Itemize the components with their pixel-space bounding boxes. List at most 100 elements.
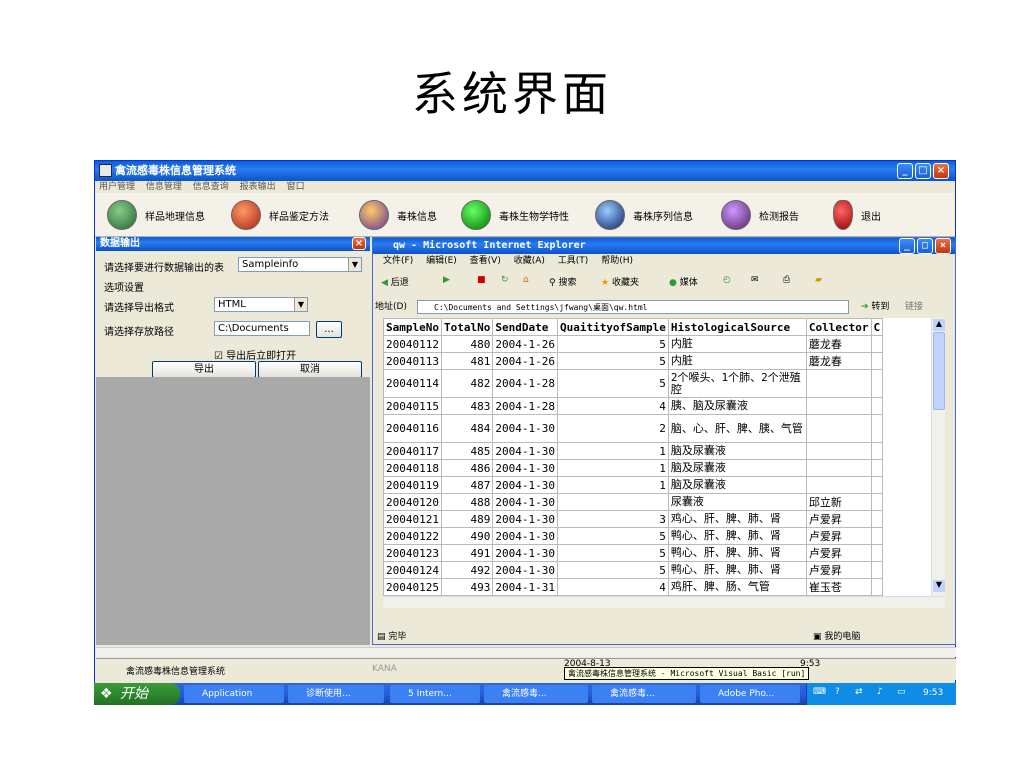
table-row[interactable]: 20040120 488 2004-1-30 尿囊液 邱立新 [383,493,884,511]
task-internet[interactable]: 5 Intern... [390,685,480,703]
cell-c [870,476,884,494]
menu-query[interactable]: 信息查询 [193,182,229,192]
toolbar-strain-button[interactable]: 毒株信息 [359,199,437,231]
search-icon: ⚲ [549,278,556,288]
path-input[interactable]: C:\Documents and Se [214,321,310,336]
ie-menu-help[interactable]: 帮助(H) [601,256,633,266]
toolbar-geo-button[interactable]: 样品地理信息 [107,199,205,231]
table-row[interactable]: 20040114 482 2004-1-28 5 2个喉头、1个肺、2个泄殖腔 [383,369,884,398]
column-header-source: HistologicalSource [667,318,807,336]
help-icon[interactable]: ? [835,687,840,697]
keyboard-icon[interactable]: ⌨ [813,687,826,697]
minimize-button[interactable]: _ [897,163,913,179]
toolbar-method-button[interactable]: 样品鉴定方法 [231,199,329,231]
mail-icon[interactable]: ✉ [751,275,759,285]
volume-icon[interactable]: ♪ [877,687,883,697]
cell-c [870,561,884,579]
ie-menu-tools[interactable]: 工具(T) [558,256,589,266]
task-diagnosis[interactable]: 诊断使用... [288,685,384,703]
ie-maximize-button[interactable]: □ [917,238,933,254]
export-button[interactable]: 导出 [152,361,256,378]
back-label: 后退 [390,278,409,288]
cell-quantity [556,493,669,511]
horizontal-scrollbar[interactable] [383,596,945,608]
monitor-icon[interactable]: ▭ [897,687,906,697]
table-row[interactable]: 20040115 483 2004-1-28 4 胰、脑及尿囊液 [383,397,884,415]
cell-sampleno: 20040124 [383,561,442,579]
cell-quantity: 5 [556,369,669,398]
ie-menu-bar: 文件(F) 编辑(E) 查看(V) 收藏(A) 工具(T) 帮助(H) [373,254,955,268]
table-row[interactable]: 20040118 486 2004-1-30 1 脑及尿囊液 [383,459,884,477]
table-row[interactable]: 20040125 493 2004-1-31 4 鸡肝、脾、肠、气管 崔玉苍 [383,578,884,596]
maximize-button[interactable]: □ [915,163,931,179]
table-row[interactable]: 20040122 490 2004-1-30 5 鸭心、肝、脾、肺、肾 卢爱昇 [383,527,884,545]
panel-close-icon[interactable]: × [352,237,366,250]
home-icon[interactable]: ⌂ [523,275,529,285]
menu-info[interactable]: 信息管理 [146,182,182,192]
clock[interactable]: 9:53 [923,688,943,698]
table-row[interactable]: 20040112 480 2004-1-26 5 内脏 蘑龙春 [383,335,884,353]
folder-icon[interactable]: ▰ [815,275,822,285]
network-icon[interactable]: ⇄ [855,687,863,697]
toolbar-report-button[interactable]: 检测报告 [721,199,799,231]
cell-senddate: 2004-1-30 [492,459,558,477]
computer-icon: ▣ [813,632,822,642]
close-button[interactable]: × [933,163,949,179]
app-horizontal-scrollbar[interactable] [96,647,956,657]
toolbar-sequence-button[interactable]: 毒株序列信息 [595,199,693,231]
app-title-bar[interactable]: 禽流感毒株信息管理系统 _ □ × [95,161,955,181]
table-row[interactable]: 20040119 487 2004-1-30 1 脑及尿囊液 [383,476,884,494]
search-button[interactable]: ⚲ 搜索 [549,275,576,288]
links-label[interactable]: 链接 [905,300,923,314]
table-row[interactable]: 20040121 489 2004-1-30 3 鸡心、肝、脾、肺、肾 卢爱昇 [383,510,884,528]
forward-arrow-icon[interactable]: ▶ [443,275,450,285]
cancel-button[interactable]: 取消 [258,361,362,378]
back-arrow-icon: ◀ [381,278,388,288]
table-select[interactable]: Sampleinfo ▼ [238,257,362,272]
scroll-thumb[interactable] [933,332,945,410]
menu-user[interactable]: 用户管理 [99,182,135,192]
refresh-icon[interactable]: ↻ [501,275,509,285]
system-tray: ⌨ ? ⇄ ♪ ▭ 9:53 [806,683,956,705]
data-table: SampleNo TotalNo SendDate QuaitityofSamp… [383,318,884,596]
go-arrow-icon: ➔ [861,302,869,312]
print-icon[interactable]: ⎙ [783,275,790,285]
task-avian-flu-1[interactable]: 禽流感毒... [484,685,588,703]
ie-menu-favorites[interactable]: 收藏(A) [514,256,545,266]
task-adobe[interactable]: Adobe Pho... [700,685,800,703]
menu-window[interactable]: 窗口 [287,182,305,192]
back-button[interactable]: ◀ 后退 [381,275,409,288]
task-avian-flu-2[interactable]: 禽流感毒... [592,685,696,703]
ie-close-button[interactable]: × [935,238,951,254]
cell-totalno: 483 [440,397,494,415]
open-after-checkbox[interactable]: ☑ 导出后立即打开 [214,347,296,362]
stop-icon[interactable]: ■ [477,275,486,285]
go-button[interactable]: ➔ 转到 [861,300,889,314]
scroll-up-icon[interactable]: ▲ [933,319,945,331]
toolbar-bio-button[interactable]: 毒株生物学特性 [461,199,569,231]
task-application[interactable]: Application [184,685,284,703]
ie-minimize-button[interactable]: _ [899,238,915,254]
cell-totalno: 481 [440,352,494,370]
table-row[interactable]: 20040116 484 2004-1-30 2 脑、心、肝、脾、胰、气管 [383,414,884,443]
ie-menu-file[interactable]: 文件(F) [383,256,413,266]
format-select[interactable]: HTML ▼ [214,297,308,312]
ie-title-bar[interactable]: qw - Microsoft Internet Explorer _ □ × [373,238,955,254]
table-row[interactable]: 20040113 481 2004-1-26 5 内脏 蘑龙春 [383,352,884,370]
browse-button[interactable]: ... [316,321,342,338]
scroll-down-icon[interactable]: ▼ [933,580,945,592]
table-row[interactable]: 20040123 491 2004-1-30 5 鸭心、肝、脾、肺、肾 卢爱昇 [383,544,884,562]
table-row[interactable]: 20040124 492 2004-1-30 5 鸭心、肝、脾、肺、肾 卢爱昇 [383,561,884,579]
start-button[interactable]: ❖ 开始 [94,683,180,705]
history-icon[interactable]: ◴ [723,275,731,285]
toolbar-exit-button[interactable]: 退出 [833,199,881,231]
address-input[interactable]: C:\Documents and Settings\jfwang\桌面\qw.h… [417,300,849,314]
ie-menu-view[interactable]: 查看(V) [470,256,501,266]
media-button[interactable]: ● 媒体 [669,275,698,288]
status-done: ▤ 完毕 [377,630,406,644]
favorites-button[interactable]: ★ 收藏夹 [601,275,639,288]
ie-menu-edit[interactable]: 编辑(E) [426,256,457,266]
table-row[interactable]: 20040117 485 2004-1-30 1 脑及尿囊液 [383,442,884,460]
vertical-scrollbar[interactable]: ▲ ▼ [931,318,945,596]
menu-report[interactable]: 报表输出 [240,182,276,192]
